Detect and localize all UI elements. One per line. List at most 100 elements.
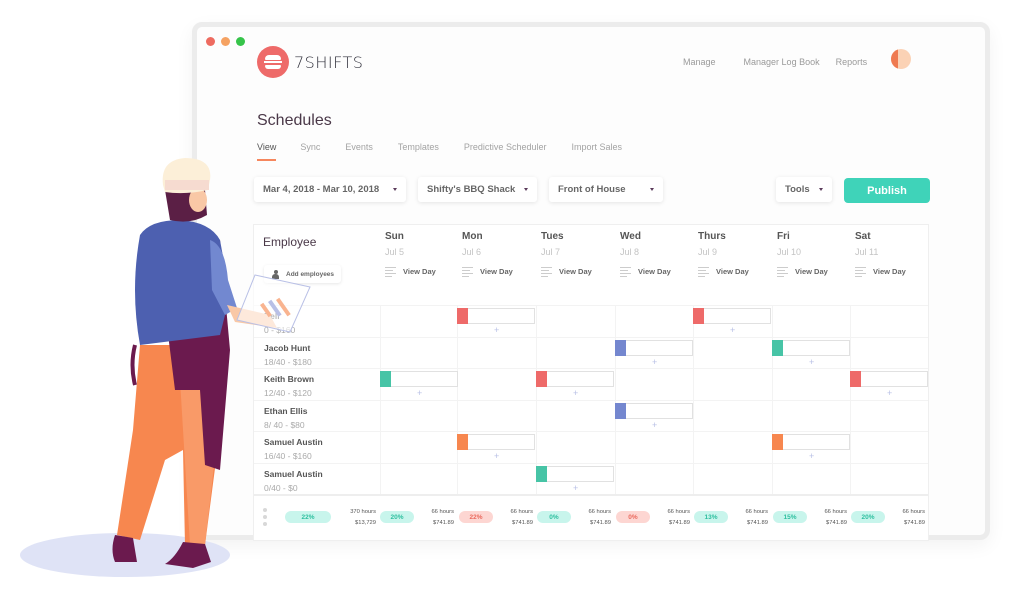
chevron-down-icon <box>393 188 397 191</box>
shift-block[interactable] <box>615 339 693 356</box>
shift-block[interactable] <box>457 308 535 324</box>
close-window-button[interactable] <box>206 37 215 46</box>
role-color-swatch <box>850 371 861 388</box>
daily-cost: $741.89 <box>747 520 768 526</box>
view-day-label: View Day <box>480 267 513 276</box>
location-value: Shifty's BBQ Shack <box>427 184 516 195</box>
more-options-icon[interactable] <box>263 508 267 529</box>
employee-name[interactable]: Keith Brown <box>264 374 314 384</box>
nav-manager-log-book[interactable]: Manager Log Book <box>744 57 820 67</box>
day-name: Sun <box>385 231 404 242</box>
add-shift-icon[interactable]: + <box>809 357 814 367</box>
shift-block[interactable] <box>536 371 614 388</box>
add-shift-icon[interactable]: + <box>652 420 657 430</box>
view-day-label: View Day <box>873 267 906 276</box>
day-name: Mon <box>462 231 483 242</box>
daily-hours-summary: 66 hours $741.89 <box>654 507 690 529</box>
employee-name[interactable]: Samuel Austin <box>264 437 323 447</box>
employee-hours-cost: 16/40 - $160 <box>264 451 312 462</box>
view-day-button[interactable]: View Day <box>777 267 855 277</box>
shift-block[interactable] <box>615 402 693 419</box>
view-day-button[interactable]: View Day <box>698 267 776 277</box>
add-shift-icon[interactable]: + <box>494 325 499 335</box>
nav-reports[interactable]: Reports <box>836 57 868 67</box>
total-labor-percent-pill: 22% <box>285 511 331 523</box>
add-shift-icon[interactable]: + <box>417 388 422 398</box>
tab-view[interactable]: View <box>257 142 277 161</box>
tools-dropdown[interactable]: Tools <box>776 177 832 202</box>
day-name: Sat <box>855 231 871 242</box>
tab-import-sales[interactable]: Import Sales <box>571 142 622 152</box>
view-day-button[interactable]: View Day <box>462 267 540 277</box>
daily-hours: 66 hours <box>431 509 454 515</box>
role-color-swatch <box>457 308 468 324</box>
role-color-swatch <box>615 339 626 356</box>
user-avatar[interactable] <box>891 49 911 69</box>
location-dropdown[interactable]: Shifty's BBQ Shack <box>418 177 537 202</box>
chevron-down-icon <box>650 188 654 191</box>
tab-sync[interactable]: Sync <box>300 142 320 152</box>
list-icon <box>777 267 788 277</box>
add-shift-icon[interactable]: + <box>494 451 499 461</box>
shift-block[interactable] <box>457 434 535 451</box>
employee-name[interactable]: Samuel Austin <box>264 469 323 479</box>
day-date: Jul 8 <box>620 247 640 257</box>
shift-block[interactable] <box>536 466 614 482</box>
labor-percent-pill: 15% <box>773 511 807 523</box>
add-shift-icon[interactable]: + <box>652 357 657 367</box>
daily-cost: $741.89 <box>826 520 847 526</box>
employee-hours-cost: 8/ 40 - $80 <box>264 419 305 430</box>
date-range-dropdown[interactable]: Mar 4, 2018 - Mar 10, 2018 <box>254 177 406 202</box>
add-shift-icon[interactable]: + <box>573 388 578 398</box>
day-name: Tues <box>541 231 564 242</box>
view-day-button[interactable]: View Day <box>385 267 463 277</box>
labor-percent-pill: 13% <box>694 511 728 523</box>
nav-manage[interactable]: Manage <box>683 57 716 67</box>
publish-button[interactable]: Publish <box>844 178 930 203</box>
brand-logo[interactable]: 7SHIFTS <box>257 46 363 78</box>
view-day-button[interactable]: View Day <box>855 267 933 277</box>
day-header-mon: Mon Jul 6 View Day <box>462 231 540 277</box>
list-icon <box>541 267 552 277</box>
role-color-swatch <box>693 308 704 324</box>
shift-block[interactable] <box>772 434 850 451</box>
list-icon <box>855 267 866 277</box>
view-day-button[interactable]: View Day <box>541 267 619 277</box>
shift-block[interactable] <box>693 308 771 324</box>
view-day-button[interactable]: View Day <box>620 267 698 277</box>
day-date: Jul 10 <box>777 247 802 257</box>
employee-name[interactable]: Bell <box>264 311 280 321</box>
total-hours: 370 hours <box>350 509 376 515</box>
add-shift-icon[interactable]: + <box>730 325 735 335</box>
employee-name[interactable]: Jacob Hunt <box>264 343 310 353</box>
list-icon <box>698 267 709 277</box>
day-header-tues: Tues Jul 7 View Day <box>541 231 619 277</box>
shift-block[interactable] <box>772 339 850 356</box>
department-dropdown[interactable]: Front of House <box>549 177 663 202</box>
role-color-swatch <box>380 371 391 388</box>
daily-hours-summary: 66 hours $741.89 <box>811 507 847 529</box>
tab-predictive-scheduler[interactable]: Predictive Scheduler <box>464 142 547 152</box>
daily-cost: $741.89 <box>512 520 533 526</box>
tab-templates[interactable]: Templates <box>398 142 439 152</box>
tab-events[interactable]: Events <box>345 142 373 152</box>
list-icon <box>462 267 473 277</box>
day-name: Fri <box>777 231 790 242</box>
view-day-label: View Day <box>716 267 749 276</box>
day-name: Wed <box>620 231 641 242</box>
day-header-thurs: Thurs Jul 9 View Day <box>698 231 776 277</box>
daily-cost: $741.89 <box>904 520 925 526</box>
employee-name[interactable]: Ethan Ellis <box>264 406 307 416</box>
add-employees-button[interactable]: Add employees <box>264 265 342 283</box>
shift-block[interactable] <box>850 371 928 388</box>
shift-block[interactable] <box>380 371 458 388</box>
maximize-window-button[interactable] <box>236 37 245 46</box>
employee-row: Bell 0 - $160 + + <box>254 305 928 337</box>
daily-hours: 66 hours <box>667 509 690 515</box>
add-shift-icon[interactable]: + <box>887 388 892 398</box>
add-shift-icon[interactable]: + <box>573 483 578 493</box>
daily-cost: $741.89 <box>433 520 454 526</box>
minimize-window-button[interactable] <box>221 37 230 46</box>
add-shift-icon[interactable]: + <box>809 451 814 461</box>
employee-hours-cost: 18/40 - $180 <box>264 356 312 367</box>
